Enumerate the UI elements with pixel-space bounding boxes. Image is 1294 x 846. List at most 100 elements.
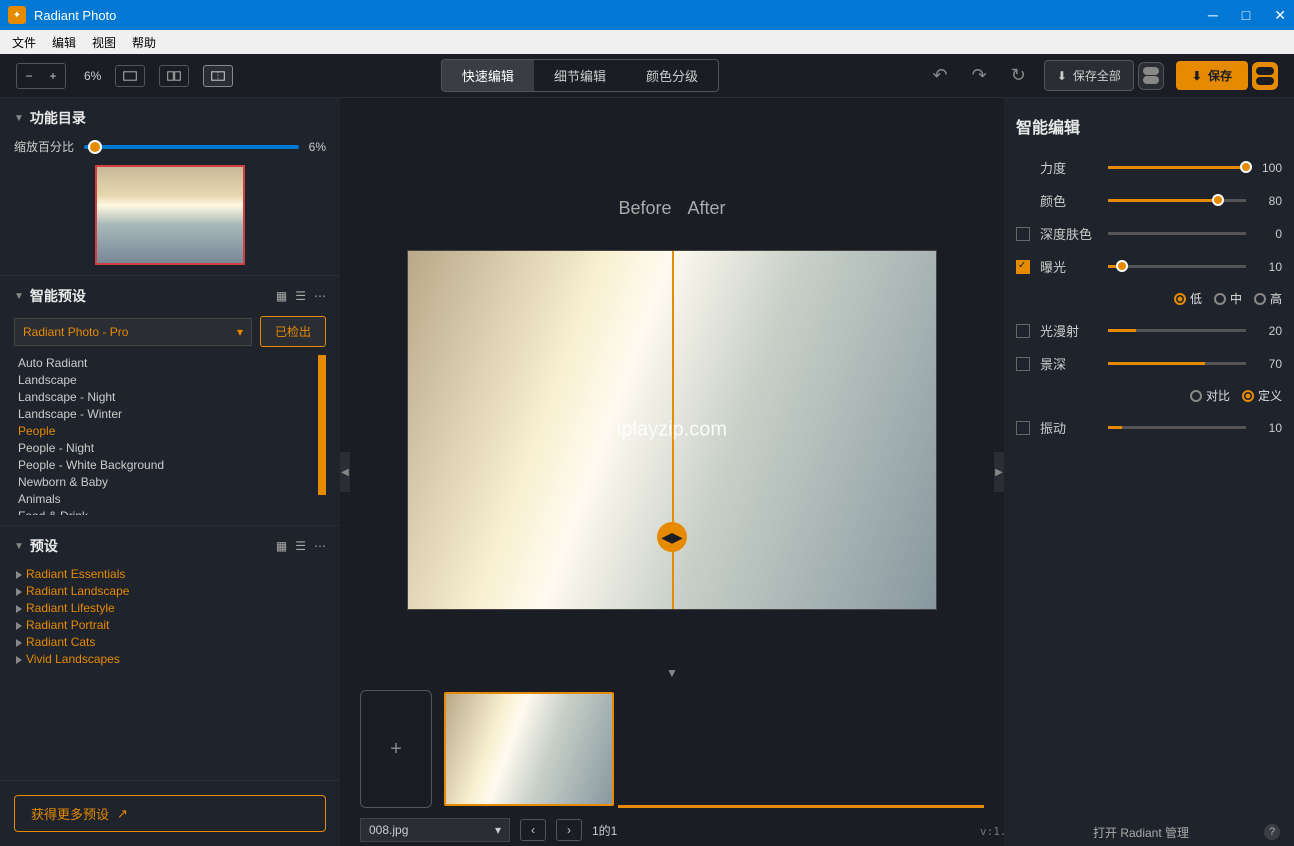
strength-value: 100 [1256, 161, 1282, 175]
maximize-button[interactable]: □ [1242, 7, 1250, 24]
zoom-out-button[interactable]: − [17, 64, 41, 88]
exposure-high-radio[interactable]: 高 [1254, 290, 1282, 307]
save-all-options-button[interactable] [1138, 62, 1164, 90]
filmstrip-progress [618, 805, 984, 808]
list-view-icon[interactable]: ☰ [295, 539, 306, 553]
bottom-bar: 008.jpg▾ ‹ › 1的1 [340, 814, 1004, 846]
watermark: iplayzip.com [617, 419, 727, 442]
scene-preset-item[interactable]: Landscape - Winter [14, 406, 326, 423]
define-radio[interactable]: 定义 [1242, 387, 1282, 404]
glow-label: 光漫射 [1040, 321, 1098, 340]
menu-file[interactable]: 文件 [4, 32, 44, 53]
zoom-in-button[interactable]: + [41, 64, 65, 88]
tab-quick-edit[interactable]: 快速编辑 [442, 60, 534, 91]
preset-group-item[interactable]: Radiant Cats [14, 634, 326, 651]
dof-value: 70 [1256, 357, 1282, 371]
help-icon[interactable]: ? [1264, 824, 1280, 840]
glow-checkbox[interactable] [1016, 324, 1030, 338]
scene-preset-item[interactable]: Animals [14, 491, 326, 508]
grid-view-icon[interactable]: ▦ [276, 539, 287, 553]
zoom-slider[interactable] [84, 145, 299, 149]
skin-checkbox[interactable] [1016, 227, 1030, 241]
skin-slider[interactable] [1108, 232, 1246, 235]
detected-button[interactable]: 已检出 [260, 316, 326, 347]
view-compare-button[interactable] [203, 65, 233, 87]
app-logo-icon: ✦ [8, 6, 26, 24]
dof-checkbox[interactable] [1016, 357, 1030, 371]
preset-profile-select[interactable]: Radiant Photo - Pro▾ [14, 318, 252, 346]
zoom-percent-label: 6% [84, 69, 101, 83]
save-button[interactable]: ⬇保存 [1176, 61, 1248, 90]
minimize-button[interactable]: ─ [1208, 7, 1218, 24]
scene-preset-item[interactable]: Landscape - Night [14, 389, 326, 406]
add-image-button[interactable]: + [360, 690, 432, 808]
vibrance-checkbox[interactable] [1016, 421, 1030, 435]
collapse-filmstrip-button[interactable]: ▼ [340, 666, 1004, 680]
scene-preset-item[interactable]: People [14, 423, 326, 440]
scene-preset-item[interactable]: Newborn & Baby [14, 474, 326, 491]
scene-preset-item[interactable]: Food & Drink [14, 508, 326, 515]
right-panel: 智能编辑 力度 100 颜色 80 深度肤色 0 曝光 10 低 中 高 [1004, 98, 1294, 846]
canvas-image[interactable]: ◀▶ iplayzip.com [407, 250, 937, 610]
filename-select[interactable]: 008.jpg▾ [360, 818, 510, 842]
redo-button[interactable]: ↷ [966, 65, 993, 86]
tab-color-grade[interactable]: 颜色分级 [626, 60, 718, 91]
color-slider[interactable] [1108, 199, 1246, 202]
exposure-slider[interactable] [1108, 265, 1246, 268]
view-split-button[interactable] [159, 65, 189, 87]
close-button[interactable]: ✕ [1274, 7, 1286, 24]
preset-group-item[interactable]: Radiant Portrait [14, 617, 326, 634]
undo-button[interactable]: ↶ [927, 65, 954, 86]
save-all-button[interactable]: ⬇保存全部 [1044, 60, 1134, 91]
grid-view-icon[interactable]: ▦ [276, 289, 287, 303]
filmstrip-thumbnail[interactable] [444, 692, 614, 806]
canvas-area: ◀ ▶ BeforeAfter ◀▶ iplayzip.com ▼ + 008.… [340, 98, 1004, 846]
exposure-mid-radio[interactable]: 中 [1214, 290, 1242, 307]
get-more-presets-button[interactable]: 获得更多预设 ↗ [14, 795, 326, 832]
scene-preset-list: Auto RadiantLandscapeLandscape - NightLa… [14, 355, 326, 515]
menu-view[interactable]: 视图 [84, 32, 124, 53]
tab-detail-edit[interactable]: 细节编辑 [534, 60, 626, 91]
exposure-value: 10 [1256, 260, 1282, 274]
next-image-button[interactable]: › [556, 819, 582, 841]
compare-radio[interactable]: 对比 [1190, 387, 1230, 404]
reset-button[interactable]: ↻ [1005, 65, 1032, 86]
preset-group-item[interactable]: Vivid Landscapes [14, 651, 326, 668]
split-handle[interactable]: ◀▶ [657, 522, 687, 552]
navigator-thumbnail[interactable] [95, 165, 245, 265]
view-single-button[interactable] [115, 65, 145, 87]
presets-section-title[interactable]: ▼预设 [14, 536, 58, 556]
skin-value: 0 [1256, 227, 1282, 241]
scrollbar[interactable] [318, 355, 326, 495]
strength-slider[interactable] [1108, 166, 1246, 169]
menu-edit[interactable]: 编辑 [44, 32, 84, 53]
scene-preset-item[interactable]: Landscape [14, 372, 326, 389]
more-options-icon[interactable]: ⋯ [314, 289, 326, 303]
exposure-checkbox[interactable] [1016, 260, 1030, 274]
scene-preset-item[interactable]: People - White Background [14, 457, 326, 474]
save-options-button[interactable] [1252, 62, 1278, 90]
scene-preset-item[interactable]: People - Night [14, 440, 326, 457]
preset-group-item[interactable]: Radiant Landscape [14, 583, 326, 600]
list-view-icon[interactable]: ☰ [295, 289, 306, 303]
vibrance-value: 10 [1256, 421, 1282, 435]
catalog-section-title[interactable]: ▼功能目录 [14, 108, 86, 128]
zoom-slider-value: 6% [309, 140, 326, 154]
download-icon: ⬇ [1057, 69, 1067, 83]
preset-group-item[interactable]: Radiant Essentials [14, 566, 326, 583]
vibrance-slider[interactable] [1108, 426, 1246, 429]
glow-slider[interactable] [1108, 329, 1246, 332]
smart-preset-section-title[interactable]: ▼智能预设 [14, 286, 86, 306]
vibrance-label: 振动 [1040, 418, 1098, 437]
menu-help[interactable]: 帮助 [124, 32, 164, 53]
prev-image-button[interactable]: ‹ [520, 819, 546, 841]
dof-slider[interactable] [1108, 362, 1246, 365]
open-manager-link[interactable]: 打开 Radiant 管理 [1093, 824, 1189, 841]
exposure-low-radio[interactable]: 低 [1174, 290, 1202, 307]
more-options-icon[interactable]: ⋯ [314, 539, 326, 553]
strength-label: 力度 [1040, 158, 1098, 177]
scene-preset-item[interactable]: Auto Radiant [14, 355, 326, 372]
preset-group-item[interactable]: Radiant Lifestyle [14, 600, 326, 617]
left-panel: ▼功能目录 缩放百分比 6% ▼智能预设 ▦ ☰ ⋯ Radiant Photo… [0, 98, 340, 846]
glow-value: 20 [1256, 324, 1282, 338]
